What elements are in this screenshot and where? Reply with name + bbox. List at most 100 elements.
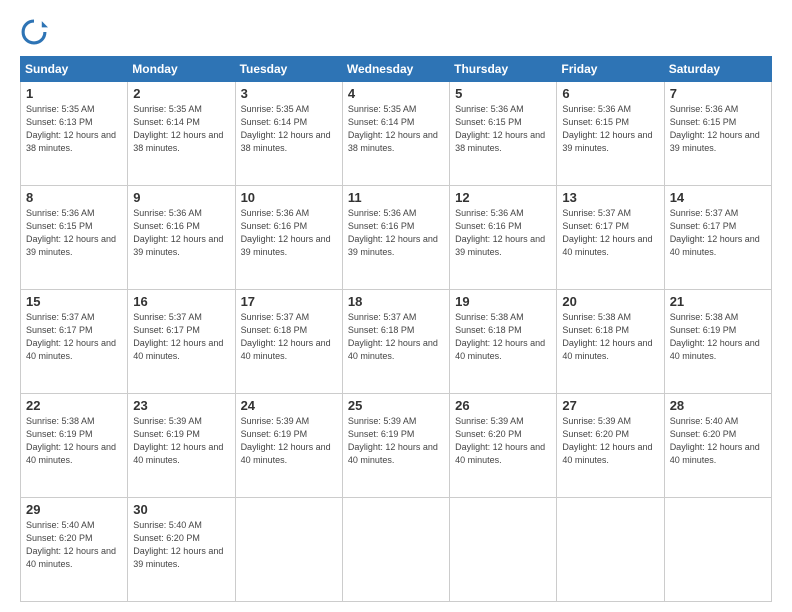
weekday-header-row: SundayMondayTuesdayWednesdayThursdayFrid… [21, 57, 772, 82]
week-row-4: 22 Sunrise: 5:38 AMSunset: 6:19 PMDayligh… [21, 394, 772, 498]
day-info: Sunrise: 5:38 AMSunset: 6:18 PMDaylight:… [455, 311, 552, 363]
weekday-tuesday: Tuesday [235, 57, 342, 82]
day-number: 16 [133, 294, 230, 309]
calendar-cell: 3 Sunrise: 5:35 AMSunset: 6:14 PMDaylight… [235, 82, 342, 186]
day-number: 5 [455, 86, 552, 101]
day-number: 21 [670, 294, 767, 309]
day-info: Sunrise: 5:37 AMSunset: 6:17 PMDaylight:… [26, 311, 123, 363]
calendar-cell: 23 Sunrise: 5:39 AMSunset: 6:19 PMDayligh… [128, 394, 235, 498]
calendar-cell: 22 Sunrise: 5:38 AMSunset: 6:19 PMDayligh… [21, 394, 128, 498]
calendar-cell: 17 Sunrise: 5:37 AMSunset: 6:18 PMDayligh… [235, 290, 342, 394]
day-info: Sunrise: 5:39 AMSunset: 6:20 PMDaylight:… [562, 415, 659, 467]
day-number: 13 [562, 190, 659, 205]
calendar-cell: 2Sunrise: 5:35 AMSunset: 6:14 PMDaylight… [128, 82, 235, 186]
day-number: 15 [26, 294, 123, 309]
day-number: 20 [562, 294, 659, 309]
day-info: Sunrise: 5:35 AMSunset: 6:14 PMDaylight:… [241, 103, 338, 155]
calendar-cell: 6 Sunrise: 5:36 AMSunset: 6:15 PMDaylight… [557, 82, 664, 186]
week-row-1: 1 Sunrise: 5:35 AMSunset: 6:13 PMDaylight… [21, 82, 772, 186]
calendar-cell: 4 Sunrise: 5:35 AMSunset: 6:14 PMDaylight… [342, 82, 449, 186]
weekday-monday: Monday [128, 57, 235, 82]
day-number: 17 [241, 294, 338, 309]
day-number: 6 [562, 86, 659, 101]
calendar-cell: 24Sunrise: 5:39 AMSunset: 6:19 PMDayligh… [235, 394, 342, 498]
day-number: 14 [670, 190, 767, 205]
day-number: 1 [26, 86, 123, 101]
calendar-cell [235, 498, 342, 602]
day-info: Sunrise: 5:38 AMSunset: 6:19 PMDaylight:… [670, 311, 767, 363]
day-number: 30 [133, 502, 230, 517]
day-number: 12 [455, 190, 552, 205]
day-info: Sunrise: 5:35 AMSunset: 6:14 PMDaylight:… [348, 103, 445, 155]
day-number: 29 [26, 502, 123, 517]
day-info: Sunrise: 5:35 AMSunset: 6:13 PMDaylight:… [26, 103, 123, 155]
day-info: Sunrise: 5:36 AMSunset: 6:16 PMDaylight:… [241, 207, 338, 259]
day-info: Sunrise: 5:36 AMSunset: 6:16 PMDaylight:… [133, 207, 230, 259]
day-info: Sunrise: 5:39 AMSunset: 6:19 PMDaylight:… [133, 415, 230, 467]
day-info: Sunrise: 5:36 AMSunset: 6:15 PMDaylight:… [670, 103, 767, 155]
calendar-cell: 18Sunrise: 5:37 AMSunset: 6:18 PMDayligh… [342, 290, 449, 394]
calendar-cell: 29Sunrise: 5:40 AMSunset: 6:20 PMDayligh… [21, 498, 128, 602]
calendar-cell: 21 Sunrise: 5:38 AMSunset: 6:19 PMDayligh… [664, 290, 771, 394]
calendar-cell: 28 Sunrise: 5:40 AMSunset: 6:20 PMDayligh… [664, 394, 771, 498]
calendar-cell: 30Sunrise: 5:40 AMSunset: 6:20 PMDayligh… [128, 498, 235, 602]
week-row-5: 29Sunrise: 5:40 AMSunset: 6:20 PMDayligh… [21, 498, 772, 602]
page: SundayMondayTuesdayWednesdayThursdayFrid… [0, 0, 792, 612]
weekday-wednesday: Wednesday [342, 57, 449, 82]
logo [20, 18, 52, 46]
day-info: Sunrise: 5:37 AMSunset: 6:17 PMDaylight:… [670, 207, 767, 259]
day-number: 8 [26, 190, 123, 205]
day-info: Sunrise: 5:36 AMSunset: 6:15 PMDaylight:… [455, 103, 552, 155]
day-info: Sunrise: 5:39 AMSunset: 6:19 PMDaylight:… [348, 415, 445, 467]
day-info: Sunrise: 5:36 AMSunset: 6:15 PMDaylight:… [562, 103, 659, 155]
day-number: 22 [26, 398, 123, 413]
day-number: 28 [670, 398, 767, 413]
day-number: 11 [348, 190, 445, 205]
calendar-cell: 25 Sunrise: 5:39 AMSunset: 6:19 PMDayligh… [342, 394, 449, 498]
day-number: 9 [133, 190, 230, 205]
calendar-cell: 27 Sunrise: 5:39 AMSunset: 6:20 PMDayligh… [557, 394, 664, 498]
day-info: Sunrise: 5:38 AMSunset: 6:18 PMDaylight:… [562, 311, 659, 363]
day-info: Sunrise: 5:39 AMSunset: 6:20 PMDaylight:… [455, 415, 552, 467]
weekday-saturday: Saturday [664, 57, 771, 82]
day-info: Sunrise: 5:36 AMSunset: 6:16 PMDaylight:… [455, 207, 552, 259]
calendar-cell: 14 Sunrise: 5:37 AMSunset: 6:17 PMDayligh… [664, 186, 771, 290]
day-number: 3 [241, 86, 338, 101]
day-number: 7 [670, 86, 767, 101]
weekday-thursday: Thursday [450, 57, 557, 82]
day-number: 23 [133, 398, 230, 413]
day-number: 2 [133, 86, 230, 101]
calendar-cell: 20 Sunrise: 5:38 AMSunset: 6:18 PMDayligh… [557, 290, 664, 394]
calendar-cell: 11 Sunrise: 5:36 AMSunset: 6:16 PMDayligh… [342, 186, 449, 290]
calendar-table: SundayMondayTuesdayWednesdayThursdayFrid… [20, 56, 772, 602]
week-row-3: 15 Sunrise: 5:37 AMSunset: 6:17 PMDayligh… [21, 290, 772, 394]
day-number: 18 [348, 294, 445, 309]
calendar-cell [342, 498, 449, 602]
calendar-cell: 10 Sunrise: 5:36 AMSunset: 6:16 PMDayligh… [235, 186, 342, 290]
calendar-cell: 13Sunrise: 5:37 AMSunset: 6:17 PMDayligh… [557, 186, 664, 290]
calendar-cell: 15 Sunrise: 5:37 AMSunset: 6:17 PMDayligh… [21, 290, 128, 394]
weekday-friday: Friday [557, 57, 664, 82]
calendar-cell [450, 498, 557, 602]
day-info: Sunrise: 5:37 AMSunset: 6:17 PMDaylight:… [133, 311, 230, 363]
day-info: Sunrise: 5:36 AMSunset: 6:15 PMDaylight:… [26, 207, 123, 259]
calendar-cell: 9 Sunrise: 5:36 AMSunset: 6:16 PMDaylight… [128, 186, 235, 290]
day-number: 26 [455, 398, 552, 413]
calendar-cell: 26 Sunrise: 5:39 AMSunset: 6:20 PMDayligh… [450, 394, 557, 498]
logo-icon [20, 18, 48, 46]
calendar-cell: 8 Sunrise: 5:36 AMSunset: 6:15 PMDaylight… [21, 186, 128, 290]
calendar-cell [664, 498, 771, 602]
day-info: Sunrise: 5:37 AMSunset: 6:18 PMDaylight:… [241, 311, 338, 363]
day-info: Sunrise: 5:40 AMSunset: 6:20 PMDaylight:… [670, 415, 767, 467]
calendar-cell [557, 498, 664, 602]
header [20, 18, 772, 46]
calendar-cell: 19Sunrise: 5:38 AMSunset: 6:18 PMDayligh… [450, 290, 557, 394]
day-number: 10 [241, 190, 338, 205]
day-number: 25 [348, 398, 445, 413]
day-number: 4 [348, 86, 445, 101]
day-number: 27 [562, 398, 659, 413]
day-info: Sunrise: 5:36 AMSunset: 6:16 PMDaylight:… [348, 207, 445, 259]
weekday-sunday: Sunday [21, 57, 128, 82]
day-info: Sunrise: 5:38 AMSunset: 6:19 PMDaylight:… [26, 415, 123, 467]
day-number: 24 [241, 398, 338, 413]
